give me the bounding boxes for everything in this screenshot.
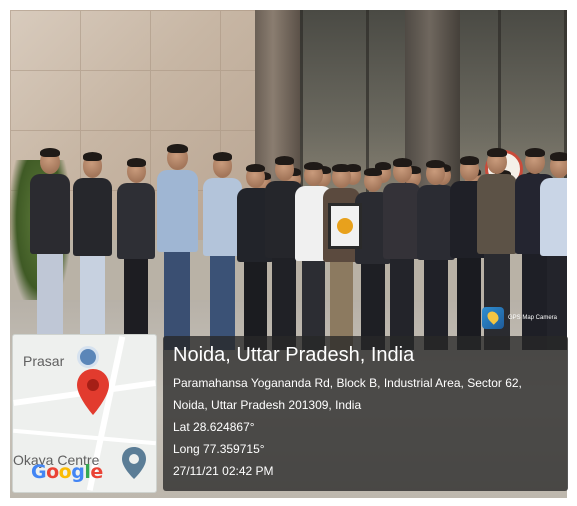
latitude: Lat 28.624867° bbox=[173, 420, 255, 434]
location-pin-icon bbox=[77, 369, 109, 415]
person bbox=[73, 152, 113, 350]
gps-camera-icon bbox=[482, 307, 504, 329]
award-plaque bbox=[328, 203, 362, 249]
map-thumbnail: Prasar Okaya Centre Google bbox=[12, 334, 157, 493]
broadcast-icon bbox=[77, 346, 99, 368]
person bbox=[30, 148, 70, 350]
longitude: Long 77.359715° bbox=[173, 442, 265, 456]
person bbox=[157, 144, 198, 350]
place-pin-icon bbox=[122, 447, 146, 479]
date-time: 27/11/21 02:42 PM bbox=[173, 464, 274, 478]
gps-overlay: GPS Map Camera Prasar Okaya Centre Googl… bbox=[12, 307, 568, 494]
address-line-1: Paramahansa Yogananda Rd, Block B, Indus… bbox=[173, 376, 522, 390]
location-info-panel: Noida, Uttar Pradesh, India Paramahansa … bbox=[163, 336, 568, 491]
google-logo: Google bbox=[31, 461, 103, 483]
map-label-prasar: Prasar bbox=[23, 353, 65, 369]
location-title: Noida, Uttar Pradesh, India bbox=[173, 344, 415, 366]
gps-map-camera-badge: GPS Map Camera bbox=[482, 306, 557, 330]
person bbox=[417, 160, 455, 350]
person bbox=[383, 158, 421, 350]
person bbox=[117, 158, 155, 350]
gps-brand-label: GPS Map Camera bbox=[508, 315, 558, 321]
address-line-2: Noida, Uttar Pradesh 201309, India bbox=[173, 398, 362, 412]
